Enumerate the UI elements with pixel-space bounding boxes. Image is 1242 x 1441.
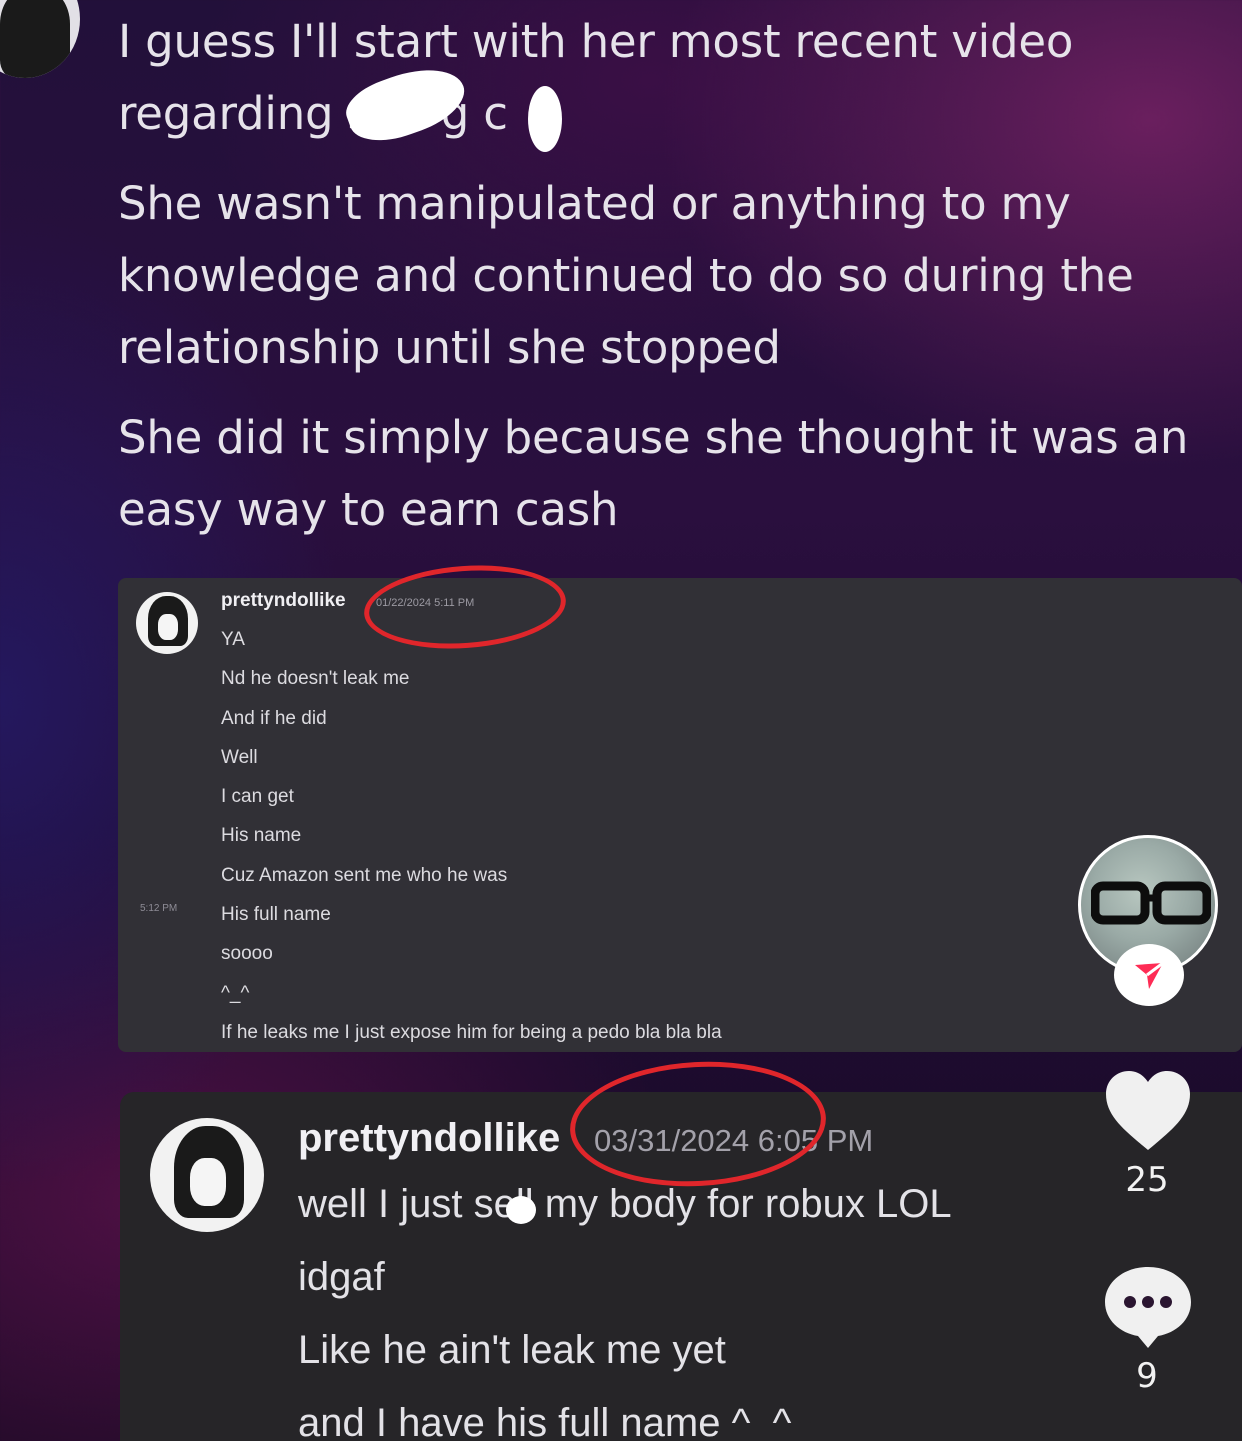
discord-message: Cuz Amazon sent me who he was (221, 864, 508, 886)
discord-side-timestamp: 5:12 PM (140, 903, 178, 914)
discord-message: His name (221, 825, 302, 847)
post-paragraph-1-text: I guess I'll start with her most recent … (118, 15, 1074, 140)
discord-message: Well (221, 746, 258, 768)
post-paragraph-2: She wasn't manipulated or anything to my… (118, 177, 1134, 374)
discord-message-list: YA Nd he doesn't leak me And if he did W… (221, 620, 722, 1052)
comment-count: 9 (1136, 1356, 1158, 1396)
discord-message: I can get (221, 786, 294, 808)
discord-message: Like he ain't leak me yet (298, 1328, 726, 1372)
follow-button[interactable] (1114, 944, 1184, 1006)
follow-plus-icon (1135, 961, 1164, 989)
redaction-dot (506, 1196, 536, 1224)
discord-message: well I just sell my body for robux LOL (298, 1182, 952, 1226)
discord-message: His full name (221, 904, 331, 926)
comment-icon[interactable] (1102, 1264, 1194, 1350)
post-paragraph-1: I guess I'll start with her most recent … (118, 6, 1228, 150)
redaction-scribble (528, 86, 562, 152)
poster-avatar[interactable] (0, 0, 80, 78)
discord-message: If he leaks me I just expose him for bei… (221, 1021, 722, 1043)
heart-icon[interactable] (1104, 1070, 1192, 1152)
discord-message: soooo (221, 943, 273, 965)
like-count: 25 (1125, 1160, 1169, 1200)
glasses-graphic (1091, 881, 1211, 925)
discord-message: Nd he doesn't leak me (221, 668, 410, 690)
discord-message: And if he did (221, 707, 327, 729)
discord-avatar (150, 1118, 264, 1232)
discord-message: idgaf (298, 1255, 385, 1299)
discord-avatar (136, 592, 198, 654)
discord-username: prettyndollike (221, 590, 346, 611)
post-paragraph-3: She did it simply because she thought it… (118, 411, 1189, 536)
discord-message: ^_^ (221, 982, 250, 1004)
discord-message-list: well I just sell my body for robux LOL i… (298, 1168, 952, 1441)
discord-screenshot-1: prettyndollike 01/22/2024 5:11 PM 5:12 P… (118, 578, 1242, 1052)
discord-message: and I have his full name ^_^ (298, 1401, 792, 1441)
discord-username: prettyndollike (298, 1116, 561, 1160)
